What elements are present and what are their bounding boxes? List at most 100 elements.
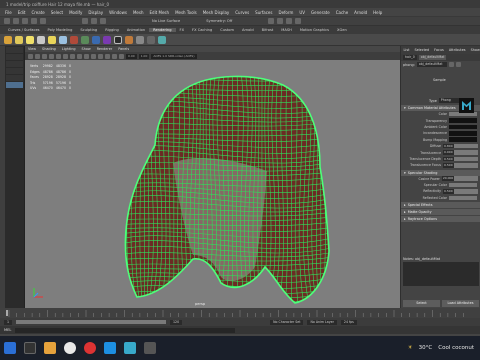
character-set-field[interactable]: No Character Set [270, 319, 304, 325]
ae-menu-focus[interactable]: Focus [432, 48, 447, 52]
spot-light-icon[interactable] [48, 35, 56, 44]
opera-icon[interactable] [84, 342, 96, 354]
render-settings-shelf-icon[interactable] [147, 35, 155, 44]
render-settings-icon[interactable] [286, 18, 293, 24]
shelf-tab-fx-caching[interactable]: FX Caching [188, 28, 216, 32]
select-hierarchy-icon[interactable] [82, 18, 88, 24]
shelf-tab-rendering[interactable]: Rendering [149, 28, 176, 32]
time-slider[interactable] [0, 308, 480, 318]
smooth-shade-icon[interactable] [84, 53, 89, 59]
search-icon[interactable] [24, 342, 36, 354]
presets-icon[interactable] [455, 62, 461, 67]
menu-file[interactable]: File [2, 10, 15, 15]
gamma-field[interactable]: 1.00 [138, 53, 150, 59]
menu-display[interactable]: Display [85, 10, 106, 15]
viewport-menu-renderer[interactable]: Renderer [94, 47, 115, 51]
outliner-item[interactable] [6, 47, 23, 53]
ipr-render-icon[interactable] [277, 18, 284, 24]
material-name-field[interactable]: obj_defaultMat [416, 62, 447, 67]
menu-mesh-tools[interactable]: Mesh Tools [172, 10, 200, 15]
chrome-icon[interactable] [64, 342, 76, 354]
menu-curves[interactable]: Curves [232, 10, 252, 15]
color-swatch[interactable] [449, 131, 477, 136]
volume-light-icon[interactable] [70, 35, 78, 44]
undo-icon[interactable] [31, 18, 37, 24]
color-space-field[interactable]: ACES 1.0 SDR-video (ACES) [151, 53, 197, 59]
outliner-item[interactable] [6, 61, 23, 67]
start-icon[interactable] [4, 342, 16, 354]
camera-icon[interactable] [4, 35, 12, 44]
hair-mesh-wireframe[interactable] [115, 71, 340, 306]
property-value[interactable]: 20.000 [441, 176, 455, 181]
shelf-tab-rigging[interactable]: Rigging [101, 28, 123, 32]
property-value[interactable]: 0.500 [443, 189, 454, 194]
material-tab[interactable]: obj_defaultMat [418, 55, 447, 60]
menu-mesh[interactable]: Mesh [130, 10, 147, 15]
ae-menu-selected[interactable]: Selected [412, 48, 432, 52]
isolate-select-icon[interactable] [119, 53, 124, 59]
property-slider[interactable] [454, 176, 478, 181]
property-slider[interactable] [453, 156, 478, 162]
menu-windows[interactable]: Windows [106, 10, 130, 15]
shadows-icon[interactable] [105, 53, 110, 59]
menu-deform[interactable]: Deform [275, 10, 296, 15]
file-explorer-icon[interactable] [44, 342, 56, 354]
menu-generate[interactable]: Generate [308, 10, 333, 15]
viewport-menu-view[interactable]: View [25, 47, 39, 51]
command-input[interactable] [15, 327, 236, 333]
shelf-tab-xgen[interactable]: XGen [333, 28, 351, 32]
property-value[interactable]: 0.500 [443, 156, 454, 162]
lights-icon[interactable] [98, 53, 103, 59]
shelf-tab-bifrost[interactable]: Bifrost [258, 28, 278, 32]
open-scene-icon[interactable] [13, 18, 19, 24]
color-swatch[interactable] [449, 195, 477, 201]
menu-create[interactable]: Create [28, 10, 47, 15]
ae-menu-attributes[interactable]: Attributes [446, 48, 468, 52]
grid-icon[interactable] [56, 53, 61, 59]
shelf-tab-curves-surfaces[interactable]: Curves / Surfaces [4, 28, 44, 32]
xray-icon[interactable] [112, 53, 117, 59]
load-attributes-button[interactable]: Load Attributes [442, 300, 479, 307]
phong-icon[interactable] [103, 35, 111, 44]
viewport-menu-show[interactable]: Show [79, 47, 94, 51]
app-icon[interactable] [144, 342, 156, 354]
section-raytrace-options[interactable]: ▸ Raytrace Options [401, 216, 480, 223]
outliner-item[interactable] [6, 68, 23, 74]
menu-help[interactable]: Help [370, 10, 385, 15]
color-swatch[interactable] [449, 137, 477, 143]
command-language-label[interactable]: MEL [4, 328, 11, 332]
property-slider[interactable] [453, 163, 478, 168]
textured-icon[interactable] [91, 53, 96, 59]
hypershade-shelf-icon[interactable] [158, 35, 166, 44]
menu-cache[interactable]: Cache [333, 10, 351, 15]
fps-field[interactable]: 24 fps [340, 319, 357, 325]
render-view-icon[interactable] [136, 35, 144, 44]
property-slider[interactable] [453, 143, 478, 149]
property-value[interactable]: 0.500 [443, 163, 454, 168]
menu-mesh-display[interactable]: Mesh Display [200, 10, 233, 15]
shelf-tab-fx[interactable]: FX [176, 28, 189, 32]
type-dropdown[interactable]: Phong [438, 98, 461, 103]
hypershade-icon[interactable] [295, 18, 302, 24]
exposure-field[interactable]: 0.00 [126, 53, 137, 59]
property-value[interactable]: 0.800 [443, 143, 454, 149]
section-special-effects[interactable]: ▸ Special Effects [401, 202, 480, 209]
outliner-item[interactable] [6, 54, 23, 60]
menu-modify[interactable]: Modify [66, 10, 85, 15]
shelf-tab-sculpting[interactable]: Sculpting [76, 28, 101, 32]
end-frame-field[interactable]: 120 [170, 319, 183, 325]
symmetry-field[interactable]: Symmetry: Off [206, 19, 232, 23]
menu-edit[interactable]: Edit [15, 10, 29, 15]
render-icon[interactable] [268, 18, 275, 24]
viewport-panel[interactable]: View Shading Lighting Show Renderer Panels 0.… [25, 46, 400, 308]
color-swatch[interactable] [449, 118, 477, 123]
menu-uv[interactable]: UV [296, 10, 308, 15]
shelf-tab-motion-graphics[interactable]: Motion Graphics [296, 28, 333, 32]
property-value[interactable]: 0.000 [443, 150, 454, 155]
start-frame-field[interactable]: 1 [4, 319, 13, 325]
menu-select[interactable]: Select [48, 10, 66, 15]
shelf-tab-animation[interactable]: Animation [123, 28, 149, 32]
color-swatch[interactable] [449, 182, 477, 188]
property-slider[interactable] [453, 150, 478, 155]
notes-field[interactable] [403, 262, 479, 286]
